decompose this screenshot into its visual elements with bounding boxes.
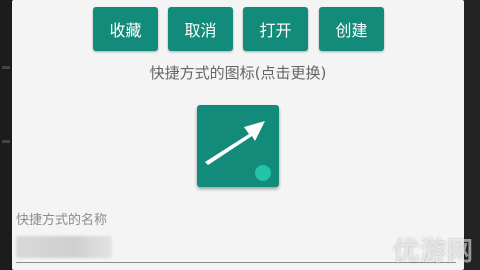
name-input[interactable] — [16, 236, 456, 263]
favorite-button[interactable]: 收藏 — [93, 7, 158, 51]
background-divider — [2, 140, 10, 143]
open-button[interactable]: 打开 — [243, 7, 308, 51]
blurred-name-value — [16, 236, 112, 258]
background-left-edge — [0, 0, 12, 270]
icon-section-title: 快捷方式的图标(点击更换) — [149, 64, 327, 82]
shortcut-icon-picker[interactable] — [197, 105, 279, 187]
shortcut-dialog: 收藏 取消 打开 创建 快捷方式的图标(点击更换) 快捷方式的名称 — [12, 0, 464, 270]
name-field-label: 快捷方式的名称 — [16, 213, 108, 228]
background-right-edge — [464, 0, 480, 270]
create-button[interactable]: 创建 — [319, 7, 384, 51]
background-divider — [2, 66, 10, 69]
watermark-logo: 优游网 — [392, 237, 474, 267]
cancel-button[interactable]: 取消 — [168, 7, 233, 51]
shortcut-arrow-icon — [205, 121, 271, 181]
